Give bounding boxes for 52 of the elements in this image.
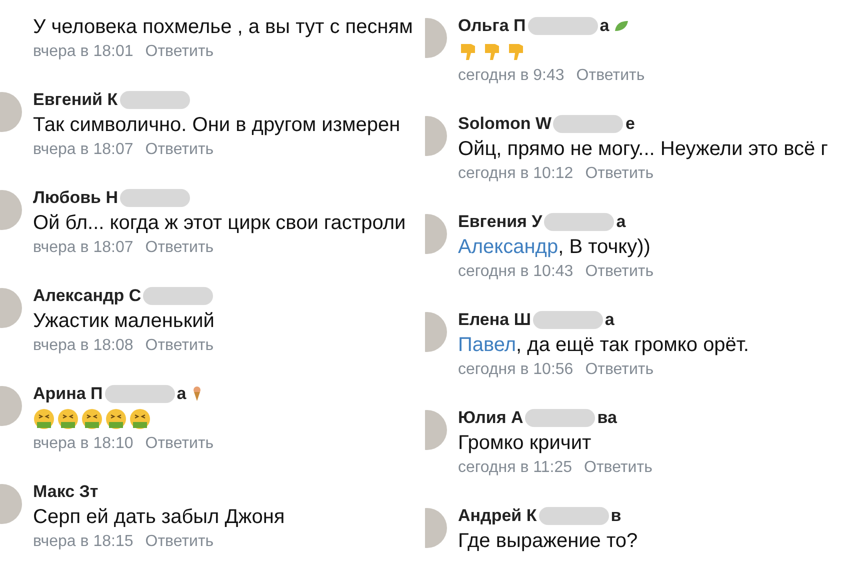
comment-text: У человека похмелье , а вы тут с песням: [33, 15, 413, 40]
comment-text: Так символично. Они в другом измерен: [33, 113, 400, 138]
author-name[interactable]: а: [600, 16, 610, 36]
author-name[interactable]: Елена Ш: [458, 310, 531, 330]
author-name[interactable]: Александр С: [33, 286, 142, 306]
author-name[interactable]: а: [176, 384, 186, 404]
author-name[interactable]: Андрей К: [458, 506, 537, 526]
reply-link[interactable]: Ответить: [145, 236, 214, 260]
comment-time: сегодня в 11:25: [458, 458, 572, 478]
comment-time: сегодня в 9:43: [458, 66, 564, 86]
author-name[interactable]: Евгений К: [33, 90, 118, 110]
comment-text: Александр, В точку)): [458, 235, 652, 260]
comment-time: сегодня в 10:56: [458, 360, 574, 380]
comment-time: вчера в 18:07: [33, 140, 134, 160]
author-name[interactable]: а: [604, 310, 614, 330]
author-name[interactable]: ва: [597, 408, 617, 428]
reply-link[interactable]: Ответить: [145, 138, 214, 162]
reply-link[interactable]: Ответить: [585, 358, 654, 382]
comment-text: Серп ей дать забыл Джоня: [33, 505, 285, 530]
author-name[interactable]: Любовь Н: [33, 188, 118, 208]
reply-link[interactable]: Ответить: [145, 530, 214, 554]
comment-text: Ойц, прямо не могу... Неужели это всё г: [458, 137, 828, 162]
comment-time: вчера в 18:10: [33, 434, 134, 454]
author-name[interactable]: Арина П: [33, 384, 103, 404]
author-name[interactable]: Макс Зт: [33, 482, 98, 502]
mention-link[interactable]: Павел: [458, 334, 516, 356]
reply-link[interactable]: Ответить: [576, 64, 645, 88]
mention-link[interactable]: Александр: [458, 236, 558, 258]
comment-time: вчера в 18:15: [33, 532, 134, 552]
author-name[interactable]: в: [610, 506, 622, 526]
author-name[interactable]: а: [616, 212, 626, 232]
author-name[interactable]: Юлия А: [458, 408, 524, 428]
reply-link[interactable]: Ответить: [585, 162, 654, 186]
author-name[interactable]: Ольга П: [458, 16, 526, 36]
comment-text: Ой бл... когда ж этот цирк свои гастроли: [33, 211, 406, 236]
comment-text: Ужастик маленький: [33, 309, 216, 334]
comment-time: вчера в 18:01: [33, 42, 134, 62]
author-name[interactable]: Евгения У: [458, 212, 542, 232]
comment-text: Где выражение то?: [458, 529, 638, 554]
author-name[interactable]: Solomon W: [458, 114, 552, 134]
reply-link[interactable]: Ответить: [145, 334, 214, 358]
comment-time: сегодня в 10:12: [458, 164, 574, 184]
author-name[interactable]: e: [625, 114, 635, 134]
reply-link[interactable]: Ответить: [145, 40, 214, 64]
comment-time: сегодня в 10:43: [458, 262, 574, 282]
reply-link[interactable]: Ответить: [145, 432, 214, 456]
reply-link[interactable]: Ответить: [585, 260, 654, 284]
comment-time: вчера в 18:08: [33, 336, 134, 356]
comment-text: Громко кричит: [458, 431, 592, 456]
reply-link[interactable]: Ответить: [584, 456, 652, 480]
comment-time: вчера в 18:07: [33, 238, 134, 258]
comment-text: Павел, да ещё так громко орёт.: [458, 333, 749, 358]
